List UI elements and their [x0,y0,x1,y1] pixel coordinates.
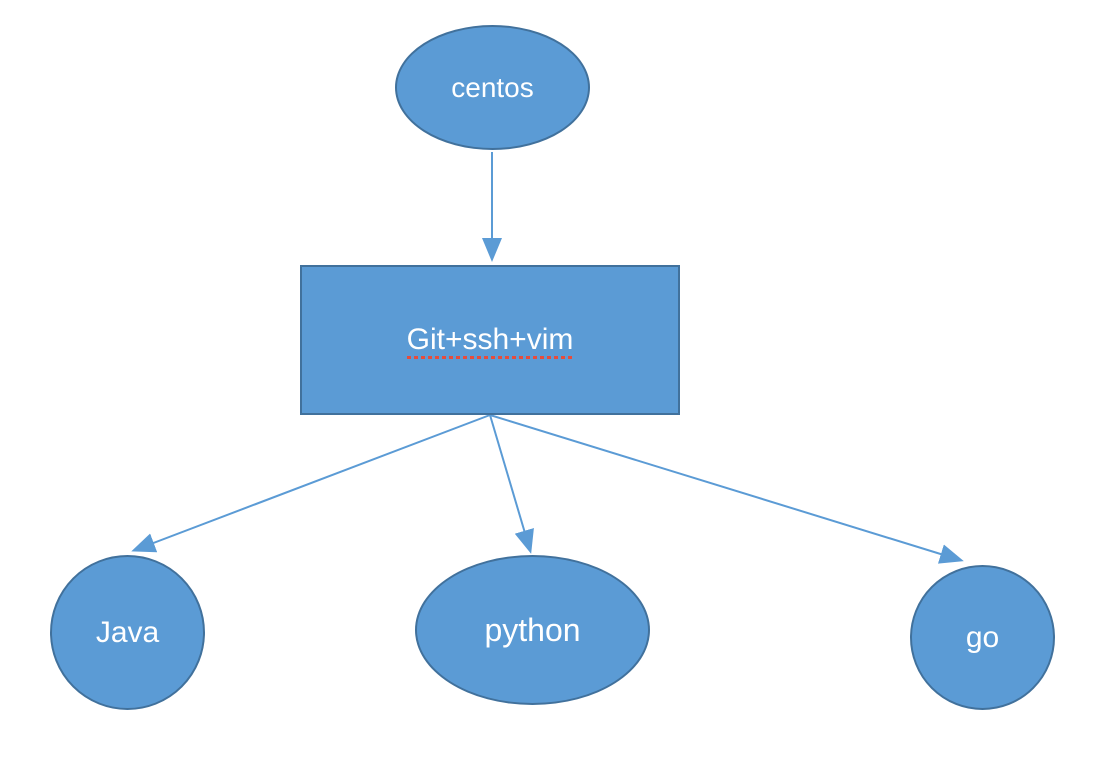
node-python-label: python [484,612,580,649]
node-middle: Git+ssh+vim [300,265,680,415]
node-middle-label: Git+ssh+vim [407,323,574,357]
node-go-label: go [966,621,999,655]
node-centos: centos [395,25,590,150]
node-java-label: Java [96,616,159,650]
node-java: Java [50,555,205,710]
node-go: go [910,565,1055,710]
node-centos-label: centos [451,72,534,104]
node-python: python [415,555,650,705]
